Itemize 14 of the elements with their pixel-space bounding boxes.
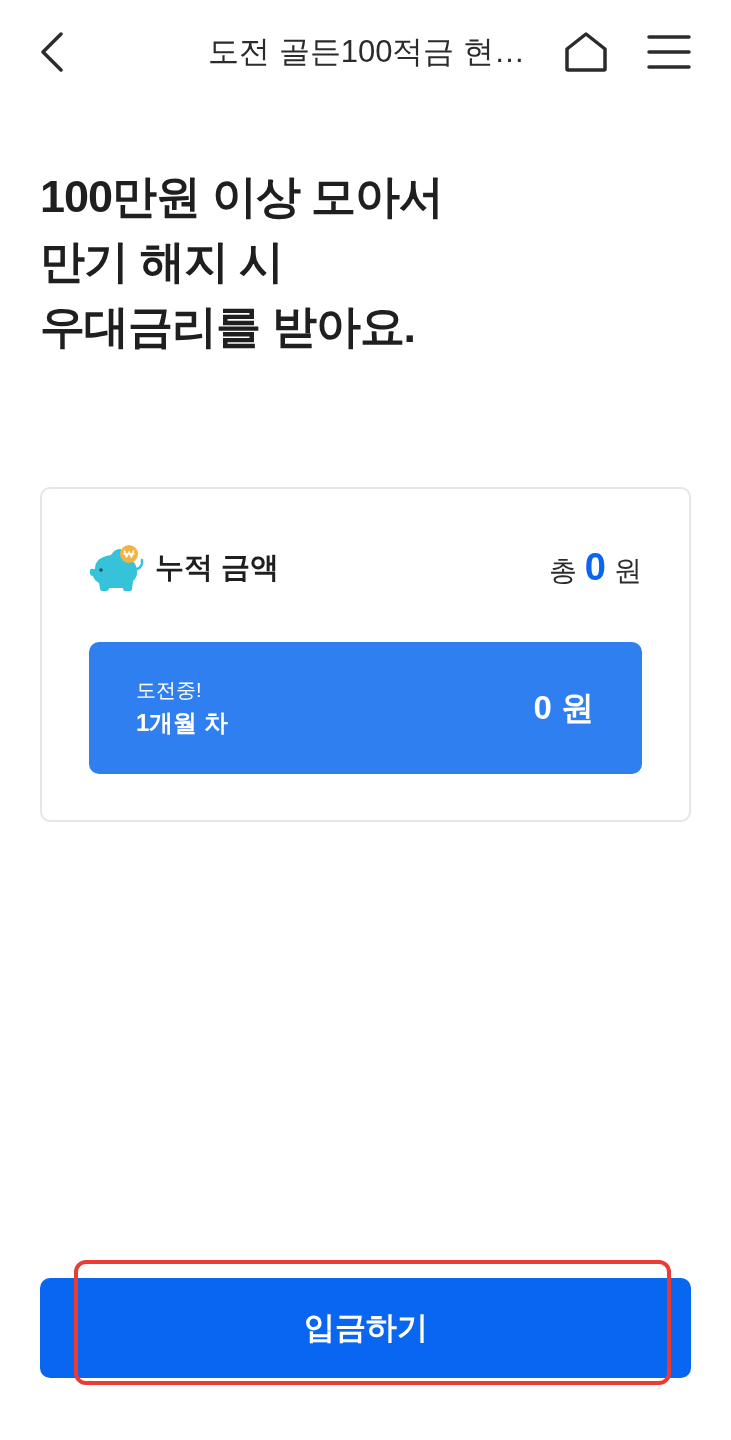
challenge-status: 도전중! [136, 678, 203, 703]
deposit-button[interactable]: 입금하기 [40, 1278, 691, 1378]
headline: 100만원 이상 모아서 만기 해지 시 우대금리를 받아요. [39, 170, 445, 354]
piggy-bank-icon [89, 542, 145, 593]
total-prefix: 총 [548, 554, 577, 588]
total-unit: 원 [614, 554, 642, 588]
total-amount: 0 [584, 545, 606, 590]
home-icon[interactable] [565, 32, 607, 72]
challenge-amount: 0 원 [533, 688, 594, 729]
accumulated-amount-label: 누적 금액 [155, 549, 280, 585]
challenge-period: 1개월 차 [136, 708, 228, 738]
back-icon[interactable] [40, 32, 64, 72]
menu-icon[interactable] [647, 35, 691, 69]
page-title: 도전 골든100적금 현… [208, 32, 525, 71]
